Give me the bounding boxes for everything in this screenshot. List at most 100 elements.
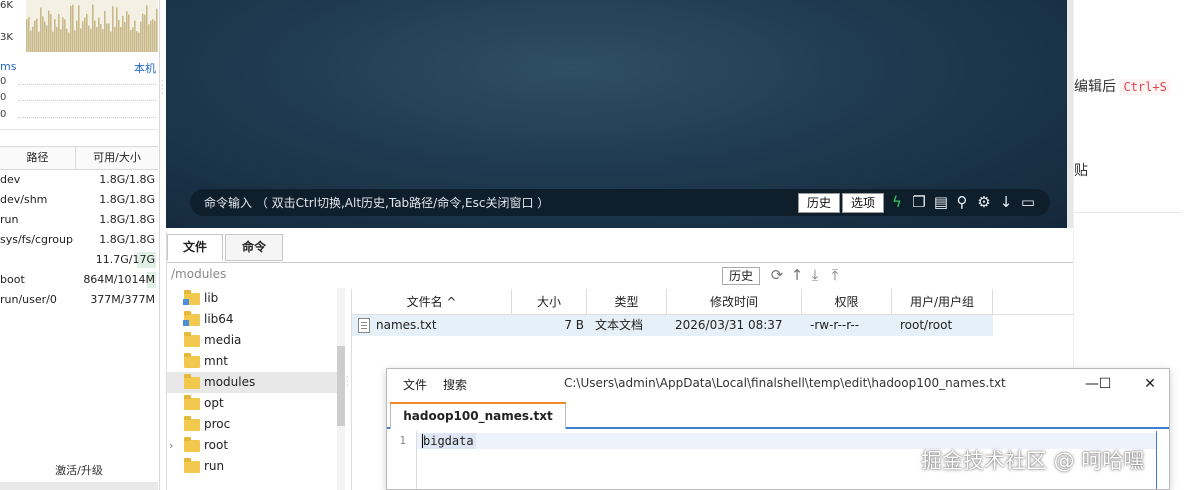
file-panel-tabs: 文件 命令	[167, 234, 285, 262]
editor-tab[interactable]: hadoop100_names.txt	[390, 402, 566, 429]
search-icon[interactable]: ⚲	[953, 193, 971, 211]
editor-menu-file[interactable]: 文件	[403, 376, 427, 393]
path-input[interactable]: /modules	[171, 267, 226, 281]
chevron-right-icon[interactable]: ›	[169, 435, 173, 456]
network-host-link[interactable]: 本机	[134, 60, 156, 76]
network-graph: 0 0 0	[0, 76, 158, 130]
disk-size-cell: 377M/377M	[90, 290, 158, 310]
disk-row[interactable]: run/user/0 377M/377M	[0, 290, 158, 310]
disk-row[interactable]: dev/shm 1.8G/1.8G	[0, 190, 158, 210]
grid-line	[18, 117, 156, 118]
folder-icon	[184, 395, 200, 410]
command-options-button[interactable]: 选项	[842, 193, 884, 213]
network-value: 0	[0, 92, 7, 103]
paste-icon[interactable]: ▤	[932, 193, 950, 211]
watermark: 掘金技术社区 @ 呵哈嘿	[921, 449, 1145, 473]
network-value: 0	[0, 76, 7, 87]
tree-item[interactable]: media	[167, 330, 337, 351]
disk-size-cell: 1.8G/1.8G	[92, 210, 158, 230]
tree-item[interactable]: proc	[167, 414, 337, 435]
copy-icon[interactable]: ❐	[910, 193, 928, 211]
disk-header-path[interactable]: 路径	[0, 147, 76, 169]
disk-header-size[interactable]: 可用/大小	[76, 147, 158, 169]
column-permissions[interactable]: 权限	[802, 289, 892, 315]
path-bar: /modules 历史 ⟳ ↑ ⤓ ⤒	[167, 262, 1074, 288]
panel-resize-handle[interactable]: · · · ·	[161, 78, 165, 98]
disk-row[interactable]: boot 864M/1014M	[0, 270, 158, 290]
tree-item[interactable]: opt	[167, 393, 337, 414]
folder-icon	[184, 353, 200, 368]
disk-path: dev/shm	[0, 193, 48, 206]
tab-files[interactable]: 文件	[167, 234, 223, 261]
disk-size-cell: 1.8G/1.8G	[92, 230, 158, 250]
column-type[interactable]: 类型	[587, 289, 667, 315]
tree-item[interactable]: mnt	[167, 351, 337, 372]
command-input-bar[interactable]: 命令输入 （ 双击Ctrl切换,Alt历史,Tab路径/命令,Esc关闭窗口 ）…	[190, 189, 1050, 216]
cpu-graph	[26, 0, 158, 52]
lightning-icon[interactable]: ϟ	[888, 193, 906, 211]
file-permissions: -rw-r--r--	[810, 318, 860, 332]
gear-icon[interactable]: ⚙	[975, 193, 993, 211]
file-type: 文本文档	[595, 318, 644, 332]
tree-scrollbar-thumb[interactable]	[337, 346, 345, 426]
disk-table: 路径 可用/大小 dev 1.8G/1.8G dev/shm 1.8G/1.8G run…	[0, 146, 158, 310]
tree-item[interactable]: modules	[167, 372, 337, 393]
file-name[interactable]: names.txt	[376, 315, 437, 336]
editor-menu-search[interactable]: 搜索	[443, 376, 467, 393]
file-modified: 2026/03/31 08:37	[675, 318, 783, 332]
disk-path: dev	[0, 173, 21, 186]
disk-size: 377M/377M	[90, 293, 155, 306]
tree-item[interactable]: lib	[167, 288, 337, 309]
editor-content[interactable]: bigdata	[421, 433, 476, 449]
tree-item-label: media	[204, 333, 242, 347]
folder-icon	[184, 332, 200, 347]
tree-item-label: run	[204, 459, 225, 473]
cpu-label-top: 6K	[0, 0, 13, 11]
disk-table-header: 路径 可用/大小	[0, 146, 158, 170]
disk-row[interactable]: sys/fs/cgroup 1.8G/1.8G	[0, 230, 158, 250]
cpu-label-mid: 3K	[0, 32, 13, 43]
column-modified[interactable]: 修改时间	[667, 289, 802, 315]
doc-divider	[1074, 212, 1182, 213]
text-file-icon	[358, 318, 370, 333]
download-icon[interactable]: ⤓	[806, 266, 824, 284]
disk-size-cell: 1.8G/1.8G	[92, 190, 158, 210]
disk-size: 1.8G/1.8G	[99, 193, 155, 206]
tab-commands[interactable]: 命令	[225, 234, 283, 261]
tree-resize-handle[interactable]: · · ·	[346, 374, 350, 390]
disk-row[interactable]: dev 1.8G/1.8G	[0, 170, 158, 190]
command-history-button[interactable]: 历史	[798, 193, 840, 213]
disk-path	[0, 250, 92, 270]
refresh-icon[interactable]: ⟳	[768, 266, 786, 284]
line-number: 1	[399, 434, 406, 447]
text-caret	[422, 434, 423, 448]
column-size[interactable]: 大小	[512, 289, 587, 315]
tree-item-label: lib	[204, 291, 219, 305]
tree-scrollbar[interactable]	[337, 288, 345, 490]
column-owner[interactable]: 用户/用户组	[892, 289, 993, 315]
tree-item[interactable]: run	[167, 456, 337, 477]
editor-title-bar[interactable]: 文件 搜索 C:\Users\admin\AppData\Local\final…	[387, 369, 1169, 399]
upload-icon[interactable]: ⤒	[826, 266, 844, 284]
disk-row[interactable]: 11.7G/17G	[0, 250, 158, 270]
network-ms-label: ms	[0, 60, 17, 73]
arrow-down-icon[interactable]: ↓	[997, 193, 1015, 211]
activate-upgrade-link[interactable]: 激活/升级	[0, 462, 158, 478]
tree-item-label: opt	[204, 396, 224, 410]
tree-item[interactable]: lib64	[167, 309, 337, 330]
tree-item-label: root	[204, 438, 229, 452]
tree-item[interactable]: › root	[167, 435, 337, 456]
maximize-icon[interactable]: ☐	[1093, 373, 1117, 395]
window-icon[interactable]: ▭	[1019, 193, 1037, 211]
column-filename[interactable]: 文件名 ^	[352, 289, 512, 315]
doc-edit-label: 编辑后	[1074, 79, 1116, 95]
command-input-hint[interactable]: 命令输入 （ 双击Ctrl切换,Alt历史,Tab路径/命令,Esc关闭窗口 ）	[204, 194, 549, 211]
disk-row[interactable]: run 1.8G/1.8G	[0, 210, 158, 230]
up-icon[interactable]: ↑	[788, 266, 806, 284]
path-history-button[interactable]: 历史	[722, 267, 760, 285]
table-row[interactable]: names.txt 7 B 文本文档 2026/03/31 08:37 -rw-…	[352, 315, 993, 336]
monitor-panel: 6K 3K ms 本机 0 0 0 路径 可用/大小 dev 1.8G/1.8G d…	[0, 0, 160, 490]
file-owner: root/root	[900, 318, 953, 332]
close-icon[interactable]: ✕	[1138, 373, 1162, 395]
folder-icon	[184, 458, 200, 473]
